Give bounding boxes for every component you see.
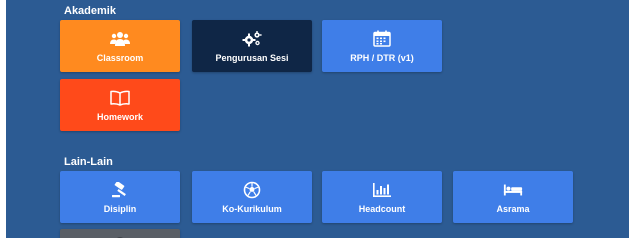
headcount-tile[interactable]: Headcount — [322, 171, 442, 223]
dashboard-panel: Akademik Classroom Pengurusan Sesi RPH /… — [6, 0, 629, 238]
homework-tile[interactable]: Homework — [60, 79, 180, 131]
pengurusan-sesi-tile[interactable]: Pengurusan Sesi — [192, 20, 312, 72]
calendar-icon — [372, 30, 392, 48]
pengurusan-sesi-label: Pengurusan Sesi — [215, 52, 289, 63]
bar-chart-icon — [372, 181, 392, 199]
homework-label: Homework — [96, 111, 143, 122]
section-title-akademik: Akademik — [64, 5, 116, 17]
section-title-lain-lain: Lain-Lain — [64, 156, 113, 168]
headcount-label: Headcount — [358, 203, 406, 214]
disiplin-tile[interactable]: Disiplin — [60, 171, 180, 223]
bed-icon — [503, 181, 523, 199]
disiplin-label: Disiplin — [103, 203, 137, 214]
book-icon — [110, 89, 130, 107]
asrama-tile[interactable]: Asrama — [453, 171, 573, 223]
gavel-icon — [110, 181, 130, 199]
rph-dtr-tile[interactable]: RPH / DTR (v1) — [322, 20, 442, 72]
classroom-tile[interactable]: Classroom — [60, 20, 180, 72]
gears-icon — [242, 30, 262, 48]
ko-kurikulum-tile[interactable]: Ko-Kurikulum — [192, 171, 312, 223]
classroom-label: Classroom — [96, 52, 144, 63]
soccer-ball-icon — [242, 181, 262, 199]
partial-tile[interactable] — [60, 229, 180, 238]
asrama-label: Asrama — [496, 203, 530, 214]
ko-kurikulum-label: Ko-Kurikulum — [222, 203, 282, 214]
bottom-edge — [0, 238, 629, 243]
users-icon — [110, 30, 130, 48]
rph-dtr-label: RPH / DTR (v1) — [350, 52, 414, 63]
